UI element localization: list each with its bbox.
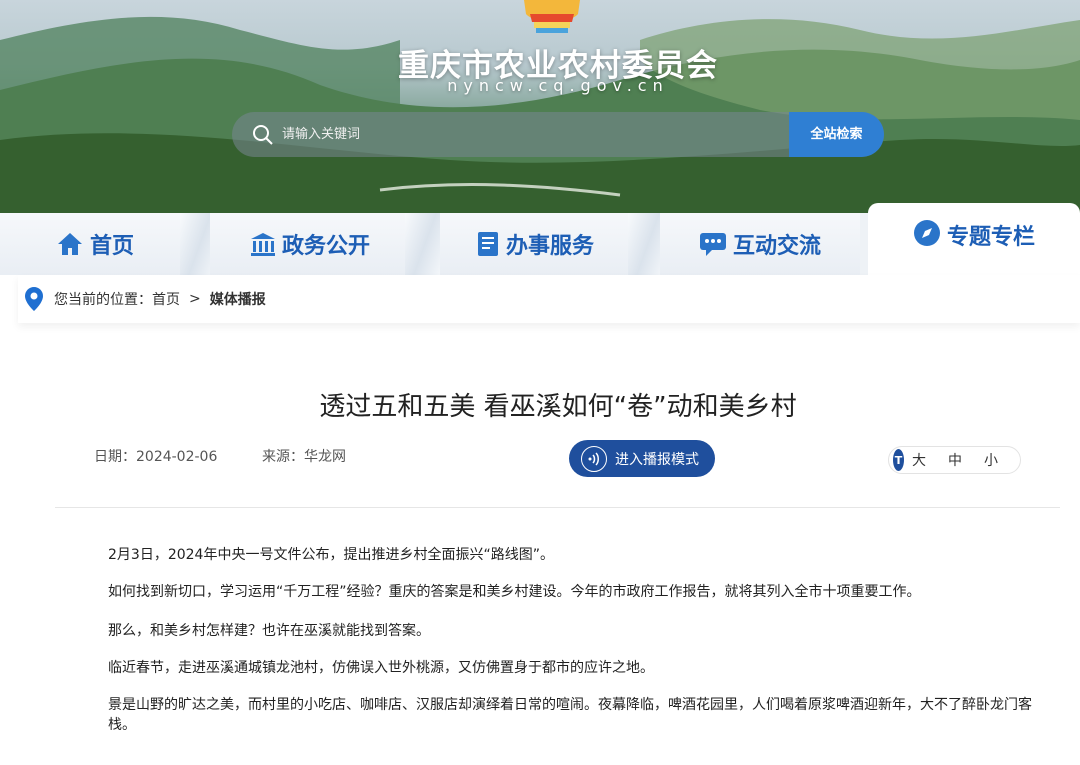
breadcrumb: 您当前的位置： 首页 > 媒体播报 — [18, 275, 1080, 323]
breadcrumb-home-link[interactable]: 首页 — [152, 289, 180, 309]
article-date: 日期：2024-02-06 — [94, 449, 218, 465]
font-size-control: T 大 中 小 — [888, 446, 1021, 474]
article-paragraph: 2月3日，2024年中央一号文件公布，提出推进乡村全面振兴“路线图”。 — [108, 547, 554, 563]
nav-item-interaction[interactable]: 互动交流 — [660, 213, 860, 275]
broadcast-mode-button[interactable]: 进入播报模式 — [569, 440, 715, 477]
nav-item-home[interactable]: 首页 — [0, 213, 190, 275]
building-icon — [250, 233, 275, 256]
article-paragraph: 那么，和美乡村怎样建？也许在巫溪就能找到答案。 — [108, 623, 430, 639]
emblem-icon — [524, 0, 580, 33]
broadcast-mode-label: 进入播报模式 — [615, 451, 699, 468]
audio-wave-icon — [581, 445, 607, 472]
search-input[interactable] — [282, 112, 782, 157]
site-header: 重庆市农业农村委员会 nyncw.cq.gov.cn 全站检索 — [0, 0, 1080, 215]
site-url: nyncw.cq.gov.cn — [447, 76, 669, 95]
location-pin-icon — [25, 287, 43, 311]
font-size-small[interactable]: 小 — [984, 450, 998, 470]
home-icon — [57, 233, 82, 255]
nav-item-special-topics[interactable]: 专题专栏 — [868, 203, 1080, 275]
nav-separator — [405, 213, 445, 275]
breadcrumb-prefix: 您当前的位置： — [54, 292, 152, 308]
content-divider — [55, 507, 1060, 508]
article-paragraph: 景是山野的旷达之美，而村里的小吃店、咖啡店、汉服店却演绎着日常的喧闹。夜幕降临，… — [108, 697, 1032, 733]
nav-item-label: 专题专栏 — [946, 225, 1035, 250]
font-size-icon: T — [893, 449, 904, 471]
breadcrumb-separator: > — [189, 291, 201, 307]
nav-item-label: 首页 — [89, 234, 134, 259]
article-paragraph: 临近春节，走进巫溪通城镇龙池村，仿佛误入世外桃源，又仿佛置身于都市的应许之地。 — [108, 660, 654, 676]
font-size-large[interactable]: 大 — [912, 450, 926, 470]
article-source: 来源：华龙网 — [262, 449, 346, 465]
chat-icon — [699, 233, 726, 256]
font-size-medium[interactable]: 中 — [948, 450, 962, 470]
search-bar: 全站检索 — [232, 112, 884, 157]
nav-item-label: 办事服务 — [505, 234, 594, 259]
nav-item-label: 政务公开 — [281, 234, 370, 259]
breadcrumb-current[interactable]: 媒体播报 — [210, 289, 266, 309]
main-nav: 首页 政务公开 办事服务 互动交流 专题专栏 — [0, 203, 1080, 275]
search-icon — [253, 125, 273, 145]
article-paragraph: 如何找到新切口，学习运用“千万工程”经验？重庆的答案是和美乡村建设。今年的市政府… — [108, 584, 921, 600]
article-title: 透过五和五美 看巫溪如何“卷”动和美乡村 — [319, 392, 797, 422]
nav-item-label: 互动交流 — [732, 234, 821, 259]
site-search-button[interactable]: 全站检索 — [789, 112, 884, 157]
nav-item-services[interactable]: 办事服务 — [440, 213, 630, 275]
compass-icon — [913, 220, 940, 246]
document-icon — [477, 232, 498, 256]
nav-item-government-affairs[interactable]: 政务公开 — [210, 213, 410, 275]
